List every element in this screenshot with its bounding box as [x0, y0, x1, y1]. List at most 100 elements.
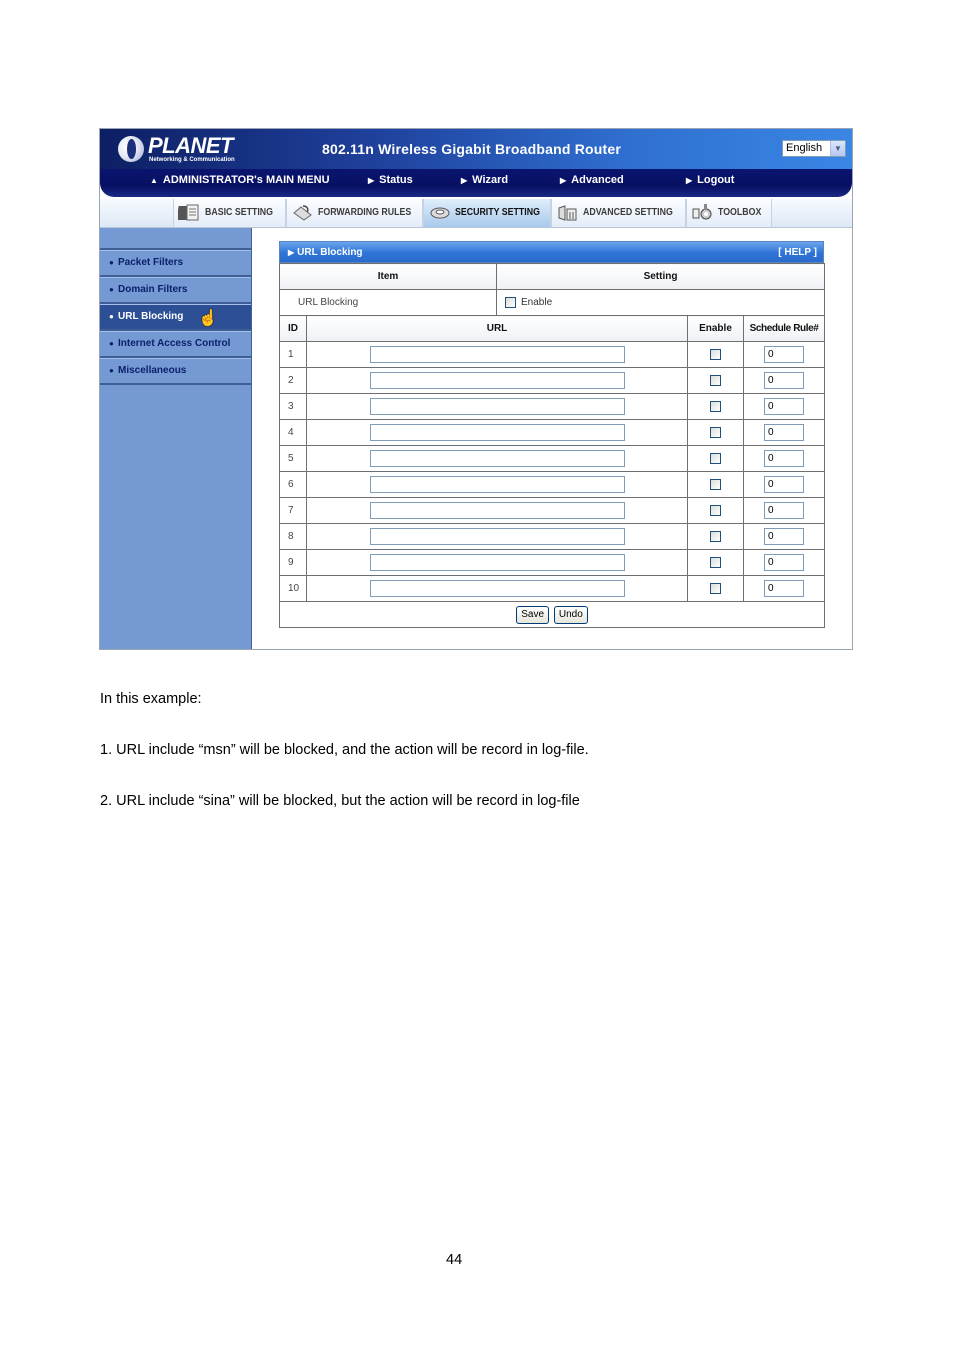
schedule-rule-input[interactable]: 0 — [764, 502, 804, 519]
schedule-rule-input[interactable]: 0 — [764, 528, 804, 545]
brand-name: PLANET — [148, 133, 234, 158]
rule-enable-checkbox[interactable] — [710, 479, 721, 490]
url-input[interactable] — [369, 554, 625, 571]
schedule-cell: 0 — [742, 367, 826, 394]
url-input[interactable] — [369, 398, 625, 415]
action-cell: Save Undo — [278, 601, 826, 628]
sidebar-item-label: Miscellaneous — [118, 365, 187, 376]
menu-logout[interactable]: ▶ Logout — [686, 174, 734, 186]
rule-enable-checkbox[interactable] — [710, 349, 721, 360]
url-blocking-setting-row: URL Blocking Enable — [279, 289, 826, 316]
url-blocking-enable-checkbox[interactable] — [505, 296, 516, 308]
sidebar-item-internet-access-control[interactable]: ● Internet Access Control — [100, 331, 251, 358]
schedule-rule-input[interactable]: 0 — [764, 554, 804, 571]
rule-enable-checkbox[interactable] — [710, 427, 721, 438]
menu-advanced[interactable]: ▶ Advanced — [560, 174, 624, 186]
enable-cell — [687, 549, 744, 576]
folder-document-icon — [178, 204, 199, 221]
sidebar-item-miscellaneous[interactable]: ● Miscellaneous — [100, 358, 251, 385]
schedule-rule-input[interactable]: 0 — [764, 450, 804, 467]
rule-enable-checkbox[interactable] — [710, 375, 721, 386]
url-rule-row: 60 — [279, 471, 826, 498]
sidebar-item-label: Internet Access Control — [118, 338, 231, 349]
enable-cell — [687, 445, 744, 472]
save-button[interactable]: Save — [516, 605, 550, 624]
rule-enable-checkbox[interactable] — [710, 505, 721, 516]
rule-enable-checkbox[interactable] — [710, 401, 721, 412]
bullet-icon: ● — [109, 285, 114, 294]
tab-basic-setting[interactable]: BASIC SETTING — [173, 199, 286, 227]
rule-enable-checkbox[interactable] — [710, 453, 721, 464]
tab-forwarding-rules[interactable]: FORWARDING RULES — [286, 199, 423, 227]
url-rule-row: 70 — [279, 497, 826, 524]
rule-id: 9 — [279, 549, 307, 576]
help-link[interactable]: [ HELP ] — [778, 247, 817, 258]
arrow-right-icon: ▶ — [461, 176, 468, 185]
menu-label: Advanced — [571, 174, 624, 186]
schedule-cell: 0 — [742, 341, 826, 368]
sidebar-item-url-blocking[interactable]: ● URL Blocking ☝ — [100, 304, 251, 331]
menu-admin-main[interactable]: ▲ ADMINISTRATOR's MAIN MENU — [150, 174, 330, 186]
chevron-down-icon[interactable]: ▼ — [830, 141, 845, 156]
tab-label: BASIC SETTING — [205, 207, 273, 218]
url-input[interactable] — [369, 502, 625, 519]
bullet-icon: ● — [109, 339, 114, 348]
tab-label: FORWARDING RULES — [318, 207, 412, 218]
url-cell — [306, 419, 688, 446]
schedule-rule-input[interactable]: 0 — [764, 476, 804, 493]
arrow-right-icon: ▶ — [288, 248, 295, 257]
col-schedule-rule: Schedule Rule# — [742, 315, 826, 342]
tab-bar: BASIC SETTING FORWARDING RULES SECURITY … — [100, 199, 852, 228]
url-rule-row: 50 — [279, 445, 826, 472]
menu-status[interactable]: ▶ Status — [368, 174, 413, 186]
arrow-right-icon: ▶ — [560, 176, 567, 185]
url-cell — [306, 341, 688, 368]
url-input[interactable] — [369, 476, 625, 493]
undo-button[interactable]: Undo — [553, 605, 588, 624]
doc-intro: In this example: — [100, 691, 202, 707]
url-input[interactable] — [369, 580, 625, 597]
tab-advanced-setting[interactable]: ADVANCED SETTING — [551, 199, 686, 227]
enable-cell — [687, 523, 744, 550]
rule-id: 7 — [279, 497, 307, 524]
sidebar-item-packet-filters[interactable]: ● Packet Filters — [100, 250, 251, 277]
schedule-rule-input[interactable]: 0 — [764, 424, 804, 441]
page-number: 44 — [446, 1252, 463, 1268]
rule-enable-checkbox[interactable] — [710, 557, 721, 568]
header-setting: Setting — [495, 263, 826, 290]
url-input[interactable] — [369, 450, 625, 467]
menu-wizard[interactable]: ▶ Wizard — [461, 174, 508, 186]
rule-enable-checkbox[interactable] — [710, 531, 721, 542]
schedule-rule-input[interactable]: 0 — [764, 346, 804, 363]
url-cell — [306, 497, 688, 524]
panel-title-bar: ▶ URL Blocking [ HELP ] — [279, 241, 824, 263]
sidebar-item-label: Packet Filters — [118, 257, 184, 268]
language-select[interactable]: English ▼ — [782, 140, 846, 157]
url-input[interactable] — [369, 528, 625, 545]
url-cell — [306, 471, 688, 498]
sidebar-item-domain-filters[interactable]: ● Domain Filters — [100, 277, 251, 304]
url-cell — [306, 575, 688, 602]
enable-cell — [687, 341, 744, 368]
url-cell — [306, 523, 688, 550]
doc-point-2: 2. URL include “sina” will be blocked, b… — [100, 793, 580, 809]
url-rule-row: 10 0 — [279, 575, 826, 602]
tab-security-setting[interactable]: SECURITY SETTING — [423, 199, 551, 227]
router-header: PLANET Networking & Communication 802.11… — [100, 129, 852, 169]
schedule-rule-input[interactable]: 0 — [764, 372, 804, 389]
url-input[interactable] — [369, 346, 625, 363]
rule-id: 4 — [279, 419, 307, 446]
brand-tagline: Networking & Communication — [149, 157, 235, 163]
tab-toolbox[interactable]: TOOLBOX — [686, 199, 772, 227]
url-table-header: ID URL Enable Schedule Rule# — [279, 315, 826, 342]
schedule-cell: 0 — [742, 523, 826, 550]
sidebar-item-label: URL Blocking — [118, 311, 184, 322]
schedule-rule-input[interactable]: 0 — [764, 580, 804, 597]
url-input[interactable] — [369, 424, 625, 441]
header-item: Item — [279, 263, 497, 290]
toolbox-icon — [692, 204, 712, 220]
url-rule-row: 10 — [279, 341, 826, 368]
rule-enable-checkbox[interactable] — [710, 583, 721, 594]
schedule-rule-input[interactable]: 0 — [764, 398, 804, 415]
url-input[interactable] — [369, 372, 625, 389]
